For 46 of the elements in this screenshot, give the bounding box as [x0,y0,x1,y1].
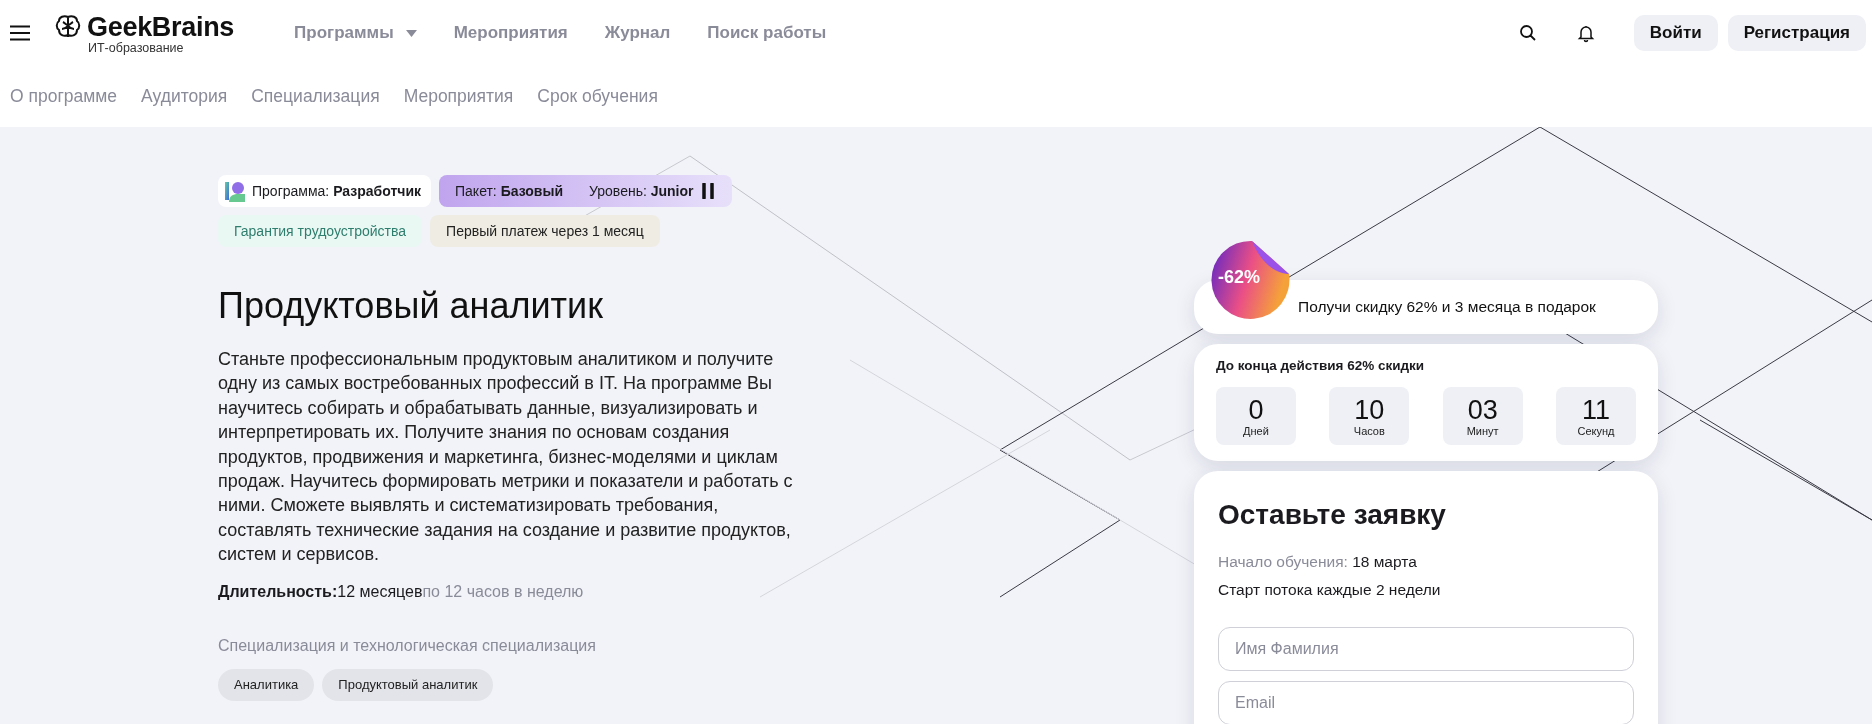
form-title: Оставьте заявку [1218,499,1447,531]
countdown-unit: Часов [1353,425,1385,437]
nav-link[interactable]: Мероприятия [453,23,568,43]
specialization-label: Специализация и технологическая специализация [218,636,597,655]
section-link[interactable]: О программе [10,86,118,107]
section-link[interactable]: Аудитория [141,86,228,107]
cadence-text: Старт потока каждые 2 недели [1218,581,1442,599]
specialization-chip: Продуктовый аналитик [322,668,494,701]
nav-link[interactable]: Поиск работы [707,23,827,43]
discount-sticker-icon [1210,240,1290,320]
section-link[interactable]: Срок обучения [537,86,658,107]
course-title: Продуктовый аналитик [218,285,604,327]
countdown-unit: Дней [1243,425,1269,437]
section-link[interactable]: Специализация [251,86,380,107]
start-date-text: Начало обучения: 18 марта [1218,553,1418,571]
logo-tagline: ИТ-образование [88,40,185,55]
countdown-value: 03 [1467,395,1498,425]
countdown-unit: Минут [1466,425,1499,437]
specialization-chip: Аналитика [218,668,315,701]
countdown-value: 10 [1354,395,1385,425]
promo-text: Получи скидку 62% и 3 месяца в подарок [1298,298,1596,316]
countdown-value: 11 [1581,395,1610,425]
level-bars-icon [701,183,714,199]
package-name: Пакет: Базовый [455,183,563,199]
register-button[interactable]: Регистрация [1727,15,1866,51]
countdown-unit: Секунд [1577,425,1615,437]
nav-link[interactable]: Программы [294,23,417,43]
course-description: Станьте профессиональным продуктовым аналитиком и получите одну из самых востребованных профессий в IT. На программе Вы научитесь собирать и обрабатывать данные, визуализировать и интерпретировать их. Получите знания по основам создания продуктов, продвижения и маркетинга, бизнес-моделями и циклам продаж. Научитесь формировать метрики и показатели и работать с ними. Сможете выявлять и систематизировать требования, составлять технические задания на создание и развитие продуктов, систем и сервисов. [218,348,793,567]
countdown-title: До конца действия 62% скидки [1216,358,1426,373]
input-field[interactable]: Email [1218,681,1634,724]
section-link[interactable]: Мероприятия [403,86,514,107]
level-name: Уровень: Junior [589,183,694,199]
duration-text: Длительность:12 месяцевпо 12 часов в неделю [218,582,585,601]
discount-value: -62% [1218,267,1261,288]
menu-icon[interactable] [10,25,30,41]
search-icon[interactable] [1517,23,1538,43]
login-button[interactable]: Войти [1633,15,1718,51]
input-field[interactable]: Имя Фамилия [1218,627,1634,671]
countdown-value: 0 [1248,395,1264,425]
logo-text[interactable]: GeekBrains [87,11,235,43]
brain-logo-icon[interactable] [55,14,81,40]
bell-icon[interactable] [1575,23,1596,43]
program-name: Программа: Разработчик [252,183,421,199]
payment-tag: Первый платеж через 1 месяц [430,215,660,247]
guarantee-tag: Гарантия трудоустройства [218,215,423,247]
nav-link[interactable]: Журнал [604,23,671,43]
